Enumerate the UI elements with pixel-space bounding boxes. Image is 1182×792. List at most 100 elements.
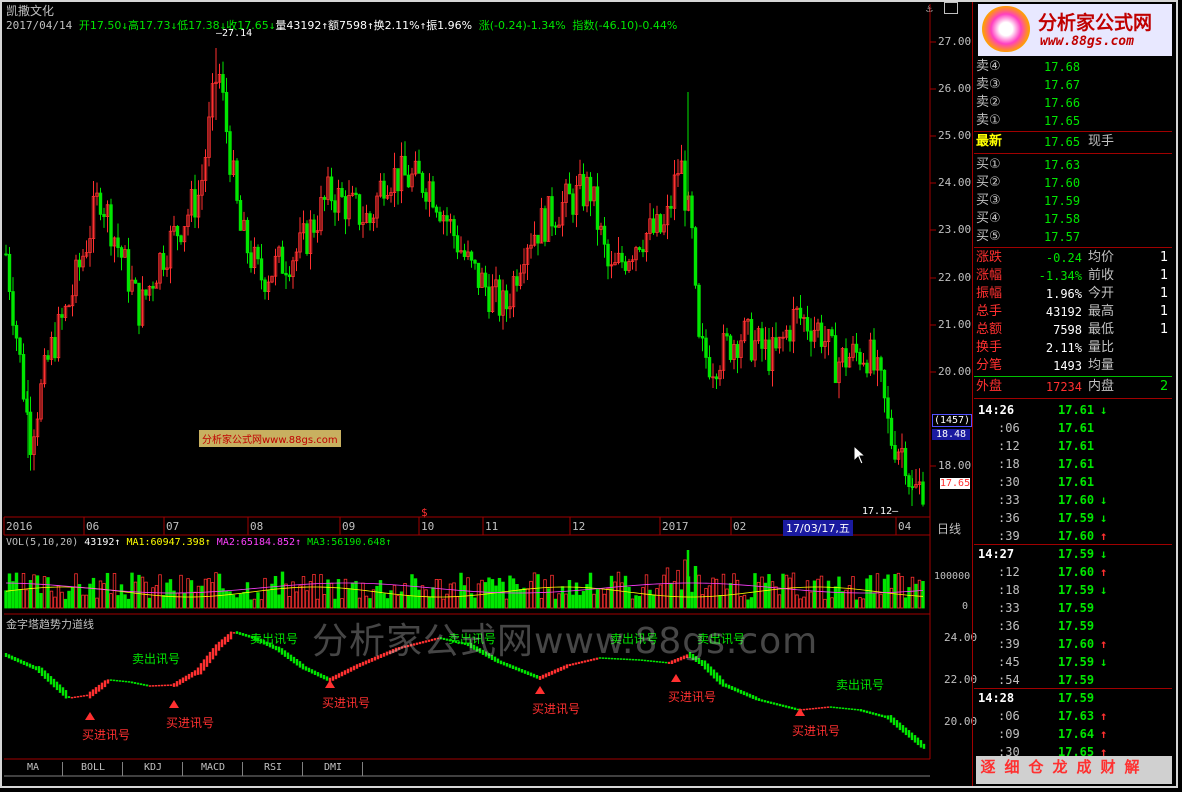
volume-bar (665, 567, 670, 609)
tab-cang[interactable]: 仓 (1024, 756, 1048, 777)
candle-body (98, 192, 103, 215)
candle-body (749, 318, 754, 361)
volume-bar (578, 594, 582, 609)
indicator-bar (91, 689, 95, 697)
date-axis-label: 12 (572, 520, 586, 533)
tab-ma[interactable]: MA (4, 762, 63, 776)
candle-body (263, 279, 267, 292)
candle-body (382, 180, 386, 199)
tick-row: :12 17.61 (998, 439, 1095, 453)
buy-arrow-icon (671, 674, 681, 682)
volume-bar (333, 598, 337, 609)
buy-signal-label: 买进讯号 (792, 724, 841, 738)
indicator-bar (829, 706, 833, 708)
volume-bar (21, 572, 26, 609)
volume-bar (172, 590, 176, 609)
volume-bar (147, 597, 152, 609)
high-mark: —27.14 (216, 28, 253, 39)
tab-cai[interactable]: 财 (1096, 756, 1120, 777)
volume-bar (175, 592, 180, 609)
tick-row: :18 17.59 ↓ (998, 583, 1108, 597)
buy-level-4: 买④ 17.58 (976, 211, 1081, 226)
volume-bar (396, 595, 400, 609)
volume-bar (151, 587, 155, 609)
candle-body (844, 348, 848, 368)
tab-xi[interactable]: 细 (1000, 756, 1024, 777)
tab-rsi[interactable]: RSI (244, 762, 303, 776)
indicator-bar (880, 714, 884, 718)
candle-body (581, 174, 586, 207)
candle-body (588, 176, 593, 202)
tab-macd[interactable]: MACD (184, 762, 243, 776)
stat-row: 总额 7598 最低 1 (976, 322, 1169, 337)
tab-boll[interactable]: BOLL (64, 762, 123, 776)
indicator-bar (202, 659, 206, 671)
volume-bar (658, 584, 663, 609)
indicator-bar (886, 715, 890, 720)
candle-body (340, 188, 344, 197)
period-label[interactable]: 日线 (937, 520, 961, 537)
buy-signal-label: 买进讯号 (532, 702, 581, 716)
buy-arrow-icon (325, 680, 335, 688)
indicator-bar (862, 709, 866, 713)
tab-cheng[interactable]: 成 (1072, 756, 1096, 777)
indicator-bar (43, 670, 47, 679)
indicator-bar (7, 654, 11, 659)
indicator-bar (61, 687, 65, 696)
indicator-bar (814, 707, 818, 710)
volume-bar (32, 574, 36, 609)
indicator-bar (187, 673, 191, 680)
candle-body (476, 262, 481, 288)
indicator-bar (847, 708, 851, 710)
volume-bar (74, 573, 78, 609)
candle-body (879, 357, 883, 371)
volume-bar (280, 571, 285, 609)
indicator-bar (919, 740, 923, 748)
volume-bar (224, 590, 229, 609)
candle-body (497, 279, 502, 316)
tab-kdj[interactable]: KDJ (124, 762, 183, 776)
indicator-bar (217, 641, 221, 651)
low-mark: 17.12— (862, 506, 899, 517)
price-axis-label: 27.00 (938, 35, 972, 48)
volume-bar (14, 572, 19, 609)
volume-bar (98, 580, 103, 609)
volume-bar (361, 582, 365, 609)
tab-long[interactable]: 龙 (1048, 756, 1072, 777)
candle-body (7, 253, 12, 292)
candle-body (46, 355, 50, 360)
tab-dmi[interactable]: DMI (304, 762, 363, 776)
volume-bar (672, 581, 677, 609)
volume-bar (518, 589, 523, 609)
volume-bar (830, 597, 834, 609)
volume-bar (581, 591, 586, 609)
date-axis-label: 02 (733, 520, 747, 533)
indicator-bar (196, 667, 200, 675)
tab-zhubi[interactable]: 逐 (976, 756, 1000, 777)
candle-body (690, 195, 694, 229)
indicator-bar (55, 681, 59, 691)
indicator-bar (79, 695, 83, 698)
tab-jie[interactable]: 解 (1120, 756, 1144, 777)
indicator-bar (334, 674, 338, 680)
tick-row: 14:28 17.59 (978, 691, 1095, 705)
indicator-bar (190, 672, 194, 678)
candle-body (700, 336, 705, 339)
volume-bar (165, 582, 169, 609)
latest-price-row: 最新 17.65 现手 (976, 134, 1115, 149)
candle-body (903, 447, 908, 477)
tick-row: :30 17.61 (998, 475, 1095, 489)
indicator-bar (82, 695, 86, 697)
indicator-bar (865, 710, 869, 714)
volume-bar (259, 599, 264, 609)
candle-body (886, 397, 890, 419)
indicator-bar (802, 708, 806, 711)
buy-signal-label: 买进讯号 (166, 716, 215, 730)
date-axis-label: 10 (421, 520, 435, 533)
indicator-bar (292, 656, 296, 664)
volume-bar (767, 574, 771, 609)
candle-body (161, 253, 166, 270)
volume-bar (826, 580, 831, 609)
volume-bar (557, 593, 561, 609)
volume-bar (637, 595, 642, 609)
